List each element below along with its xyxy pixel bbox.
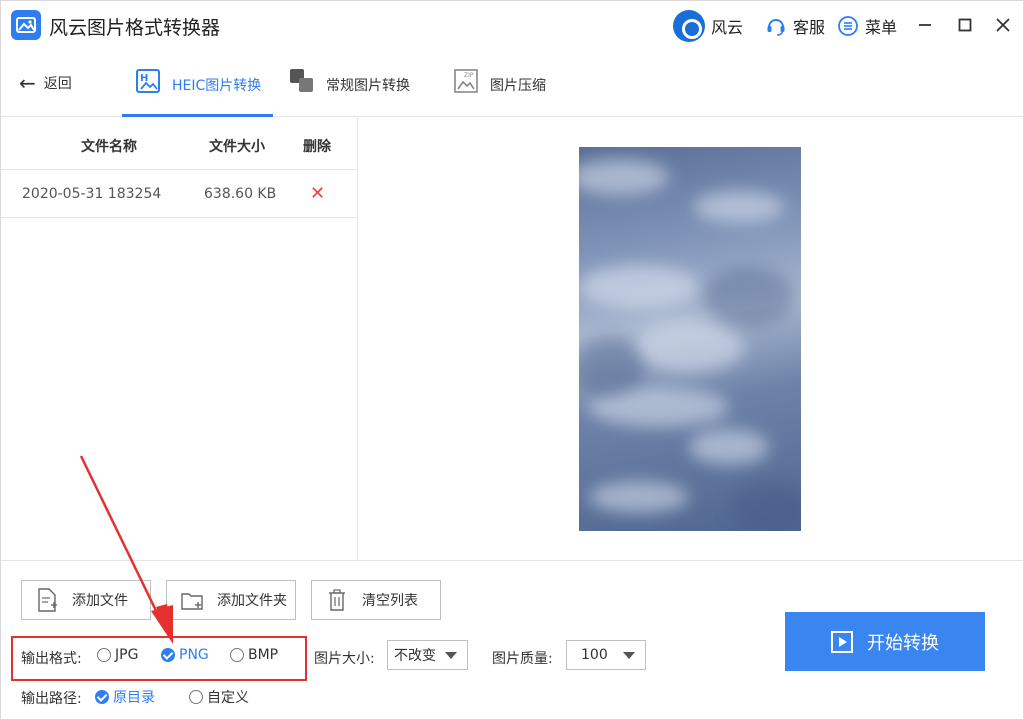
column-header-name: 文件名称 [81,139,137,155]
image-size-value: 不改变 [394,648,436,664]
convert-images-icon [290,69,313,92]
add-file-button[interactable]: 添加文件 [21,580,151,620]
add-folder-icon [181,593,203,610]
column-header-delete: 删除 [303,139,331,155]
menu-button[interactable]: 菜单 [837,9,897,43]
preview-image [579,147,801,531]
svg-text:H: H [140,73,148,84]
radio-unchecked-icon [97,648,111,662]
image-quality-select[interactable]: 100 [566,640,646,670]
radio-unchecked-icon [230,648,244,662]
add-folder-label: 添加文件夹 [217,593,287,609]
add-file-icon [38,588,57,612]
file-name: 2020-05-31 183254 [22,186,162,202]
output-path-label: 输出路径: [21,691,82,707]
close-button[interactable] [991,13,1015,37]
menu-label: 菜单 [865,18,898,37]
back-label: 返回 [43,76,72,92]
radio-checked-icon [161,648,175,662]
start-convert-button[interactable]: 开始转换 [785,612,985,671]
settings-panel: 添加文件 添加文件夹 清空列表 输出格式: JPG PNG BMP 图片大小: … [1,560,1023,719]
image-size-label: 图片大小: [314,651,375,667]
zip-image-icon: ZIP [454,69,478,93]
image-quality-value: 100 [581,647,608,663]
file-row[interactable]: 2020-05-31 183254 638.60 KB ✕ [1,170,357,218]
add-file-label: 添加文件 [72,593,128,609]
file-list-panel: 文件名称 文件大小 删除 2020-05-31 183254 638.60 KB… [1,118,358,560]
file-list-header: 文件名称 文件大小 删除 [1,118,357,170]
menu-icon [838,16,858,36]
column-header-size: 文件大小 [209,139,265,155]
tab-label: 常规图片转换 [326,78,410,94]
tab-label: 图片压缩 [490,78,546,94]
start-convert-label: 开始转换 [867,632,939,654]
brand-logo-icon [673,10,705,42]
image-preview-panel [359,118,1023,560]
tab-normal-convert[interactable]: 常规图片转换 [288,67,410,117]
service-label: 客服 [793,18,826,37]
arrow-left-icon: ← [19,71,36,95]
file-size: 638.60 KB [204,186,277,202]
maximize-button[interactable] [953,13,977,37]
clear-list-button[interactable]: 清空列表 [311,580,441,620]
format-radio-bmp[interactable]: BMP [230,647,278,663]
path-radio-custom[interactable]: 自定义 [189,687,249,707]
play-icon [831,630,853,653]
format-radio-jpg[interactable]: JPG [97,647,138,663]
svg-text:ZIP: ZIP [464,72,474,79]
title-bar: 风云图片格式转换器 风云 客服 菜单 [1,1,1023,51]
headset-icon [767,19,785,36]
image-size-select[interactable]: 不改变 [387,640,468,670]
delete-icon[interactable]: ✕ [310,183,325,204]
image-quality-label: 图片质量: [492,651,553,667]
radio-checked-icon [95,690,109,704]
chevron-down-icon [445,652,457,659]
chevron-down-icon [623,652,635,659]
format-jpg-label: JPG [115,647,139,663]
radio-unchecked-icon [189,690,203,704]
app-title: 风云图片格式转换器 [49,17,221,39]
path-custom-label: 自定义 [207,690,249,706]
brand-label: 风云 [711,18,744,37]
cloud-texture [579,159,801,531]
tab-compress[interactable]: ZIP 图片压缩 [452,67,546,117]
path-original-label: 原目录 [113,690,155,706]
back-button[interactable]: ← 返回 [19,73,72,93]
clear-list-label: 清空列表 [362,593,418,609]
tab-label: HEIC图片转换 [172,78,262,94]
tab-heic-convert[interactable]: H HEIC图片转换 [122,67,273,117]
close-icon [996,18,1010,32]
minimize-icon [919,24,931,26]
brand-link[interactable]: 风云 [673,9,743,43]
format-bmp-label: BMP [248,647,279,663]
trash-icon [329,589,345,611]
minimize-button[interactable] [913,13,937,37]
app-logo-icon [11,10,41,40]
output-format-label: 输出格式: [21,651,82,667]
format-png-label: PNG [179,647,209,663]
app-window: 风云图片格式转换器 风云 客服 菜单 ← 返回 H HEIC图片转换 常规图片转… [0,0,1024,720]
path-radio-original[interactable]: 原目录 [95,687,155,707]
maximize-icon [958,18,972,32]
heic-image-icon: H [136,69,160,93]
format-radio-png[interactable]: PNG [161,647,209,663]
customer-service-button[interactable]: 客服 [765,9,825,43]
add-folder-button[interactable]: 添加文件夹 [166,580,296,620]
nav-bar: ← 返回 H HEIC图片转换 常规图片转换 ZIP 图片压缩 [1,51,1023,117]
